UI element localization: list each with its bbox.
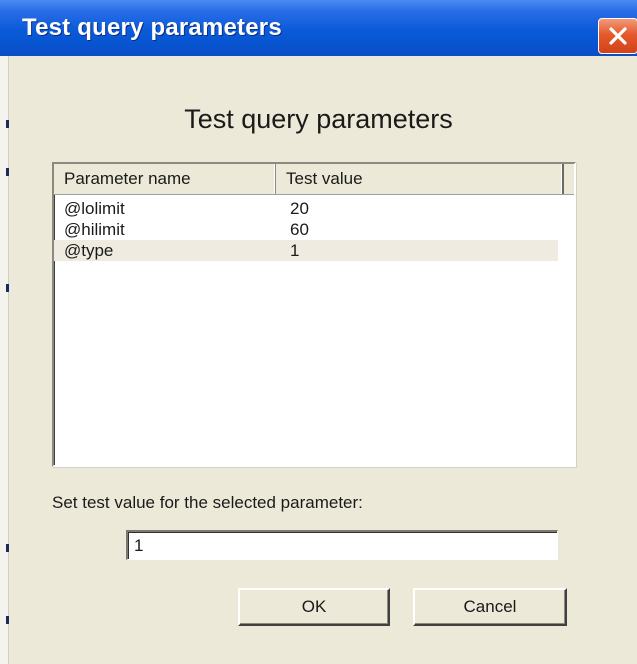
list-body: @lolimit 20 @hilimit 60 @type 1 xyxy=(54,198,574,261)
parameter-name-cell: @type xyxy=(64,241,114,260)
ok-button[interactable]: OK xyxy=(238,588,390,626)
column-header-parameter-name[interactable]: Parameter name xyxy=(54,164,276,194)
list-header: Parameter name Test value xyxy=(54,164,574,195)
test-value-cell: 20 xyxy=(290,199,309,218)
cancel-button[interactable]: Cancel xyxy=(413,588,567,626)
column-header-test-value[interactable]: Test value xyxy=(276,164,564,194)
parameter-list[interactable]: Parameter name Test value @lolimit 20 @h… xyxy=(52,162,576,467)
test-value-input[interactable] xyxy=(126,530,558,560)
parameter-name-cell: @hilimit xyxy=(64,220,125,239)
title-bar[interactable]: Test query parameters xyxy=(0,0,637,56)
test-value-prompt: Set test value for the selected paramete… xyxy=(52,493,363,512)
list-row-lolimit[interactable]: @lolimit 20 xyxy=(54,198,574,219)
test-value-cell: 60 xyxy=(290,220,309,239)
close-x-icon xyxy=(609,27,627,45)
window-left-edge xyxy=(0,56,9,664)
test-value-cell: 1 xyxy=(290,241,300,260)
close-button[interactable] xyxy=(598,18,637,54)
window-title: Test query parameters xyxy=(22,14,282,41)
list-row-type-selected[interactable]: @type 1 xyxy=(54,240,558,261)
list-row-hilimit[interactable]: @hilimit 60 xyxy=(54,219,574,240)
dialog-heading: Test query parameters xyxy=(184,104,453,134)
parameter-name-cell: @lolimit xyxy=(64,199,125,218)
dialog-window: Test query parameters Test query paramet… xyxy=(0,0,637,664)
